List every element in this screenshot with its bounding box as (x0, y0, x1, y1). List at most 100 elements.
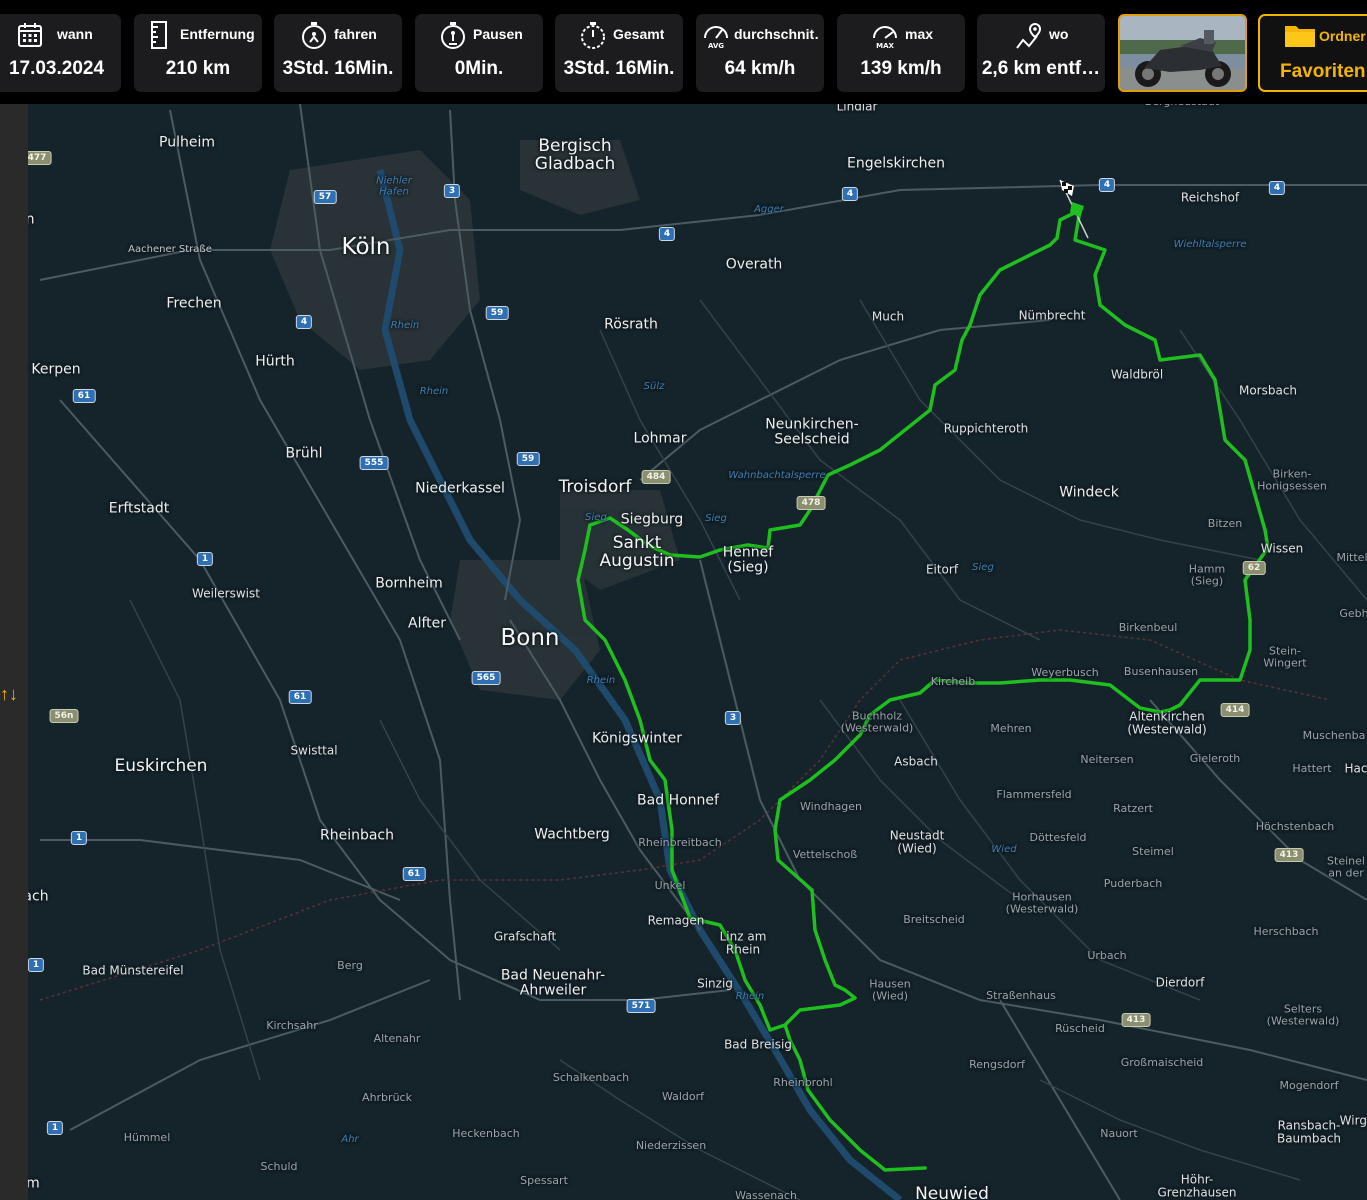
map-label-spessart: Spessart (520, 1174, 568, 1188)
map-label-höchstenbach: Höchstenbach (1255, 820, 1335, 834)
stopwatch-total-icon (579, 20, 607, 50)
road-number-badge: 61 (288, 690, 312, 704)
road-number-badge: 1 (46, 1121, 64, 1135)
map-label-bergisch-gladbach: Bergisch Gladbach (534, 136, 616, 174)
stat-max-speed[interactable]: MAX max 139 km/h (837, 14, 965, 92)
stat-label: Pausen (473, 26, 523, 42)
stopwatch-pause-icon (439, 20, 467, 50)
stopwatch-drive-icon (300, 20, 328, 50)
map-label-rüscheid: Rüscheid (1055, 1022, 1105, 1036)
map-label-ahrbrück: Ahrbrück (362, 1091, 412, 1105)
svg-text:AVG: AVG (708, 42, 724, 50)
stat-pauses[interactable]: Pausen 0Min. (415, 14, 543, 92)
map-label-gebh: Gebh (1339, 607, 1367, 621)
stat-label: Entfernung (180, 26, 255, 42)
stat-label: Gesamt (613, 26, 665, 42)
water-label: Sieg (972, 561, 994, 573)
map-label-nümbrecht: Nümbrecht (1018, 308, 1086, 323)
map-label-ach: ach (28, 888, 49, 905)
stat-date[interactable]: wann 17.03.2024 (0, 14, 121, 92)
stat-value: 0Min. (454, 58, 504, 79)
map-label-unkel: Unkel (654, 879, 686, 893)
map-label-ransbach-baumbach: Ransbach- Baumbach (1276, 1118, 1342, 1145)
map-label-urbach: Urbach (1087, 949, 1127, 963)
map-label-bad-honnef: Bad Honnef (637, 792, 719, 809)
water-label: Rhein (419, 385, 449, 397)
road-number-badge: 478 (796, 496, 826, 510)
stat-value: 210 km (165, 58, 231, 79)
map-label-frechen: Frechen (166, 295, 222, 312)
road-number-badge: 477 (28, 151, 52, 165)
road-number-badge: 57 (313, 190, 337, 204)
map-label-eitorf: Eitorf (925, 562, 959, 577)
road-number-badge: 1 (70, 831, 88, 845)
stat-distance[interactable]: Entfernung 210 km (134, 14, 262, 92)
map-pin-route-icon (1015, 20, 1043, 50)
map-label-bornheim: Bornheim (375, 575, 443, 592)
map-label-aachener-straße: Aachener Straße (128, 243, 212, 255)
sort-arrows-icon[interactable]: ↑↓ (0, 684, 18, 705)
stat-value: 3Std. 16Min. (282, 58, 394, 79)
svg-text:MAX: MAX (876, 42, 894, 50)
map-label-heckenbach: Heckenbach (452, 1127, 520, 1141)
stat-value: 139 km/h (860, 58, 942, 79)
map-label-kircheib: Kircheib (930, 675, 976, 689)
road-number-badge: 3 (724, 711, 742, 725)
map-label-hürth: Hürth (255, 353, 295, 370)
route-map[interactable]: Lindlar Bergneustadt Pulheim BergischGladba… (28, 104, 1367, 1200)
stat-total-time[interactable]: Gesamt 3Std. 16Min. (555, 14, 683, 92)
map-label-hac: Hac (1344, 761, 1367, 776)
calendar-icon (16, 20, 44, 50)
map-label-wassenach: Wassenach (735, 1189, 797, 1200)
water-label: Sülz (643, 380, 665, 392)
speedometer-max-icon: MAX (871, 20, 899, 50)
stat-drive-time[interactable]: fahren 3Std. 16Min. (274, 14, 402, 92)
map-label-wirge: Wirge (1339, 1113, 1367, 1128)
map-label-neunkirchen-seelscheid: Neunkirchen- Seelscheid (765, 416, 859, 447)
motorcycle-photo[interactable] (1118, 14, 1247, 92)
map-label-pulheim: Pulheim (159, 134, 215, 151)
road-number-badge: 4 (1098, 178, 1116, 192)
map-label-neuwied: Neuwied (915, 1184, 989, 1200)
map-label-köln: Köln (341, 233, 391, 260)
map-label-horhausen-westerwald: Horhausen (Westerwald) (1005, 890, 1079, 915)
water-label: Sieg (705, 512, 727, 524)
map-label-hennef-sieg: Hennef (Sieg) (722, 544, 774, 575)
stat-value: 2,6 km entf… (981, 58, 1101, 79)
map-label-kerpen: Kerpen (31, 361, 81, 378)
road-number-badge: 59 (516, 452, 540, 466)
map-label-kirchsahr: Kirchsahr (266, 1019, 318, 1033)
map-label-swisttal: Swisttal (290, 743, 338, 758)
map-label-lohmar: Lohmar (633, 430, 687, 447)
folder-button[interactable]: Ordner Favoriten (1258, 14, 1367, 92)
stat-location[interactable]: wo 2,6 km entf… (977, 14, 1105, 92)
map-label-döttesfeld: Döttesfeld (1029, 831, 1087, 845)
map-label-mehren: Mehren (990, 722, 1032, 736)
road-number-badge: 61 (72, 389, 96, 403)
folder-icon (1284, 22, 1316, 53)
map-label-mogendorf: Mogendorf (1279, 1079, 1339, 1093)
map-label-waldbröl: Waldbröl (1110, 367, 1164, 382)
stat-value: 3Std. 16Min. (563, 58, 675, 79)
road-number-badge: 62 (1242, 561, 1266, 575)
road-number-badge: 565 (471, 671, 501, 685)
water-label: Wahnbachtalsperre (728, 469, 826, 481)
map-label-buchholz-westerwald: Buchholz (Westerwald) (840, 709, 914, 734)
map-label-weyerbusch: Weyerbusch (1031, 666, 1099, 680)
stat-average-speed[interactable]: AVG durchschnit… 64 km/h (696, 14, 824, 92)
map-label-birkenbeul: Birkenbeul (1118, 621, 1178, 635)
map-canvas (39, 104, 1367, 1200)
road-number-badge: 4 (295, 315, 313, 329)
road-number-badge: 555 (359, 456, 389, 470)
map-label-brühl: Brühl (285, 445, 323, 462)
road-number-badge: 4 (1268, 181, 1286, 195)
map-label-steinel-an-der: Steinel an der (1327, 854, 1365, 879)
map-label-troisdorf: Troisdorf (558, 477, 632, 498)
urban-areas (270, 140, 680, 700)
road-number-badge: 1 (28, 958, 45, 972)
water-label: Ahr (341, 1133, 359, 1145)
water-label: Rhein (586, 674, 616, 686)
map-label-gieleroth: Gieleroth (1189, 752, 1241, 766)
road-number-badge: 4 (658, 227, 676, 241)
map-label-höhr-grenzhausen: Höhr- Grenzhausen (1157, 1172, 1237, 1199)
